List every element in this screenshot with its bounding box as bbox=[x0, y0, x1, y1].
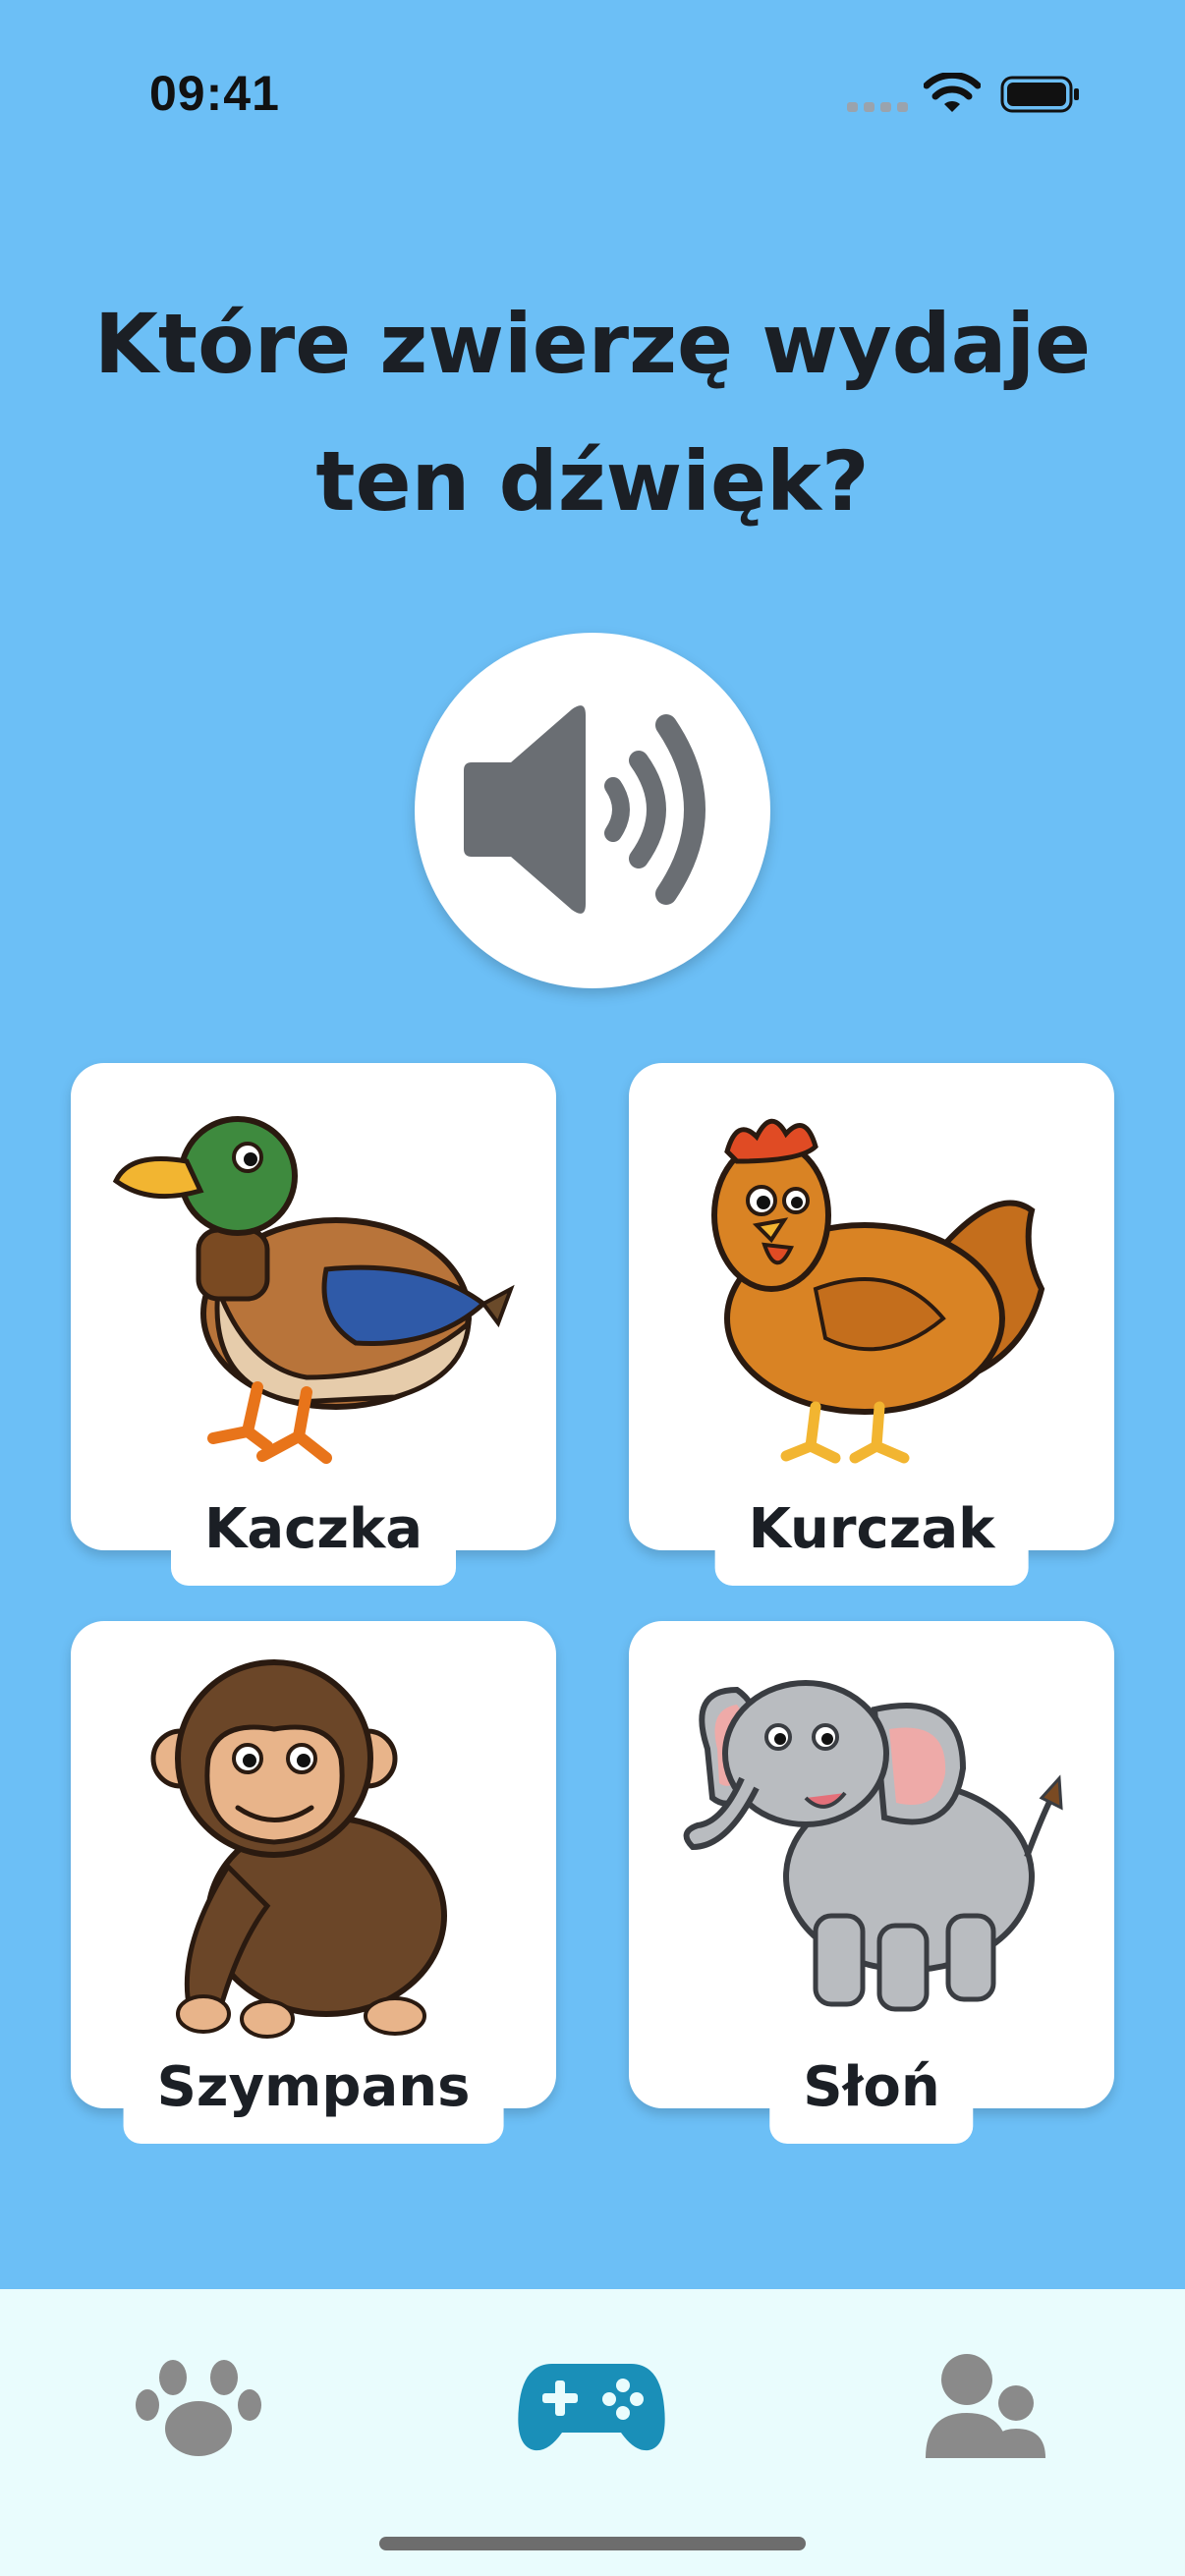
home-indicator bbox=[379, 2537, 806, 2550]
tab-games[interactable] bbox=[513, 2338, 670, 2466]
tab-profile[interactable] bbox=[906, 2338, 1063, 2466]
bottom-tab-bar bbox=[0, 2289, 1185, 2576]
paw-icon bbox=[136, 2360, 261, 2456]
option-card-chimpanzee[interactable]: Szympans bbox=[71, 1621, 556, 2144]
duck-image bbox=[112, 1116, 515, 1464]
chimpanzee-image bbox=[150, 1659, 447, 2039]
tab-animals[interactable] bbox=[120, 2338, 277, 2466]
play-sound-button[interactable] bbox=[415, 633, 770, 988]
option-label-elephant: Słoń bbox=[769, 2045, 974, 2144]
users-icon bbox=[926, 2354, 1045, 2458]
wifi-icon bbox=[924, 73, 981, 112]
chicken-image bbox=[711, 1118, 1045, 1464]
speaker-icon bbox=[464, 705, 705, 914]
option-label-chimpanzee: Szympans bbox=[123, 2045, 504, 2144]
question-title: Które zwierzę wydaje ten dźwięk? bbox=[93, 296, 1092, 530]
status-time: 09:41 bbox=[149, 66, 280, 121]
option-label-chicken: Kurczak bbox=[714, 1487, 1029, 1586]
option-label-duck: Kaczka bbox=[170, 1487, 457, 1586]
elephant-image bbox=[683, 1680, 1063, 2012]
battery-icon bbox=[1000, 76, 1079, 113]
option-card-chicken[interactable]: Kurczak bbox=[629, 1063, 1114, 1586]
status-bar: 09:41 bbox=[0, 0, 1185, 187]
gamepad-icon bbox=[518, 2364, 665, 2451]
option-card-duck[interactable]: Kaczka bbox=[71, 1063, 556, 1586]
cellular-signal-icon bbox=[847, 102, 908, 112]
option-card-elephant[interactable]: Słoń bbox=[629, 1621, 1114, 2144]
